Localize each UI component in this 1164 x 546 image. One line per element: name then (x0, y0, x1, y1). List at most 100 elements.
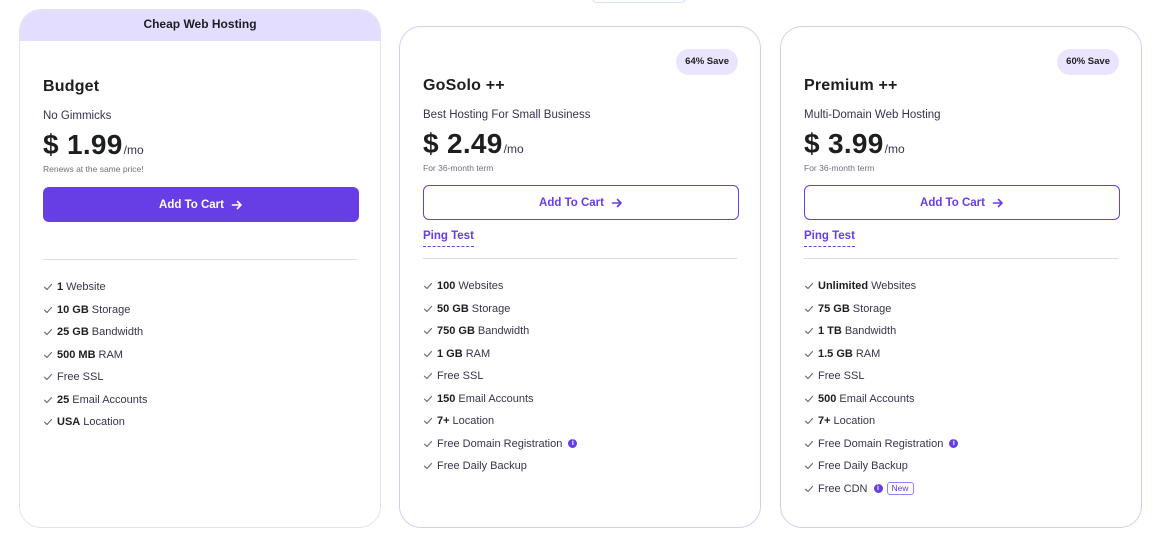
feature-value: 1 TB (818, 325, 842, 338)
plan-banner: Cheap Web Hosting (20, 10, 380, 41)
divider (423, 258, 737, 259)
feature-item: USA Location (43, 411, 357, 434)
feature-value: 7+ (818, 415, 831, 428)
save-badge: 60% Save (1057, 49, 1119, 75)
feature-value: 1 GB (437, 347, 463, 360)
plan-card-budget: Cheap Web Hosting Budget No Gimmicks $ 1… (19, 9, 381, 528)
add-to-cart-label: Add To Cart (539, 196, 604, 209)
price-note: Renews at the same price! (43, 164, 144, 174)
feature-text: Email Accounts (458, 392, 534, 405)
check-icon (804, 283, 814, 290)
ping-test-link[interactable]: Ping Test (804, 230, 855, 247)
feature-text: Free Daily Backup (437, 460, 527, 473)
plan-subtitle: No Gimmicks (43, 110, 112, 122)
feature-text: Free SSL (57, 371, 104, 384)
feature-item: Free Daily Backup (804, 455, 1118, 478)
feature-item: 500 MB RAM (43, 344, 357, 367)
price-period: /mo (503, 142, 524, 156)
feature-item: 1 TB Bandwidth (804, 320, 1118, 343)
check-icon (43, 374, 53, 381)
feature-text: Storage (91, 303, 131, 316)
check-icon (804, 485, 814, 492)
feature-item: 10 GB Storage (43, 299, 357, 322)
feature-value: 50 GB (437, 302, 469, 315)
feature-item: 7+ Location (804, 410, 1118, 433)
feature-item: Free CDN i New (804, 478, 1118, 501)
arrow-right-icon (231, 200, 242, 209)
feature-text: Free SSL (818, 370, 865, 383)
check-icon (804, 463, 814, 470)
check-icon (423, 463, 433, 470)
info-icon[interactable]: i (949, 439, 959, 449)
add-to-cart-button[interactable]: Add To Cart (43, 187, 359, 222)
check-icon (804, 418, 814, 425)
check-icon (423, 305, 433, 312)
check-icon (43, 284, 53, 291)
feature-text: Free Domain Registration (437, 437, 563, 450)
ping-test-link[interactable]: Ping Test (423, 230, 474, 247)
check-icon (804, 305, 814, 312)
info-icon[interactable]: i (873, 484, 883, 494)
feature-item: Free Domain Registration i (804, 433, 1118, 456)
add-to-cart-button[interactable]: Add To Cart (804, 185, 1120, 220)
feature-value: 10 GB (57, 303, 89, 316)
feature-text: RAM (465, 347, 491, 360)
new-badge: New (886, 482, 914, 496)
price-row: $ 1.99 /mo (43, 128, 357, 162)
check-icon (423, 373, 433, 380)
check-icon (804, 440, 814, 447)
price-period: /mo (123, 143, 144, 157)
feature-item: 750 GB Bandwidth (423, 320, 737, 343)
feature-list: 100 Websites 50 GB Storage 750 GB Bandwidth 1 … (423, 275, 737, 478)
feature-item: Free SSL (423, 365, 737, 388)
feature-text: Storage (471, 302, 511, 315)
feature-text: Location (833, 415, 876, 428)
feature-item: 1 Website (43, 276, 357, 299)
arrow-right-icon (611, 198, 622, 207)
price-period: /mo (884, 142, 905, 156)
info-icon[interactable]: i (568, 439, 578, 449)
feature-item: 50 GB Storage (423, 298, 737, 321)
check-icon (423, 418, 433, 425)
check-icon (804, 395, 814, 402)
check-icon (423, 440, 433, 447)
plan-card-premium: 60% Save Premium ++ Multi-Domain Web Hos… (780, 26, 1142, 528)
price-row: $ 2.49 /mo (423, 127, 737, 161)
divider (43, 259, 357, 260)
price-row: $ 3.99 /mo (804, 127, 1118, 161)
feature-value: 500 MB (57, 348, 96, 361)
feature-value: USA (57, 416, 81, 429)
check-icon (423, 395, 433, 402)
plan-subtitle: Best Hosting For Small Business (423, 109, 591, 121)
feature-value: 1.5 GB (818, 347, 853, 360)
feature-value: 75 GB (818, 302, 850, 315)
feature-text: Bandwidth (844, 325, 897, 338)
check-icon (423, 283, 433, 290)
feature-text: Location (452, 415, 495, 428)
check-icon (43, 306, 53, 313)
feature-value: 150 (437, 392, 456, 405)
feature-item: 25 Email Accounts (43, 389, 357, 412)
feature-text: Websites (458, 280, 504, 293)
save-badge: 64% Save (676, 49, 738, 75)
feature-item: 150 Email Accounts (423, 388, 737, 411)
check-icon (423, 328, 433, 335)
plan-name: GoSolo ++ (423, 77, 505, 94)
feature-text: Free Domain Registration (818, 437, 944, 450)
feature-item: 100 Websites (423, 275, 737, 298)
plan-name: Budget (43, 78, 100, 95)
feature-value: 750 GB (437, 325, 475, 338)
plan-name: Premium ++ (804, 77, 898, 94)
feature-value: 7+ (437, 415, 450, 428)
feature-value: 25 (57, 393, 70, 406)
price-note: For 36-month term (804, 163, 875, 173)
feature-text: Free SSL (437, 370, 484, 383)
feature-list: Unlimited Websites 75 GB Storage 1 TB Bandwid… (804, 275, 1118, 500)
feature-value: 100 (437, 280, 456, 293)
top-tab-edge (592, 0, 686, 3)
feature-text: Storage (852, 302, 892, 315)
add-to-cart-button[interactable]: Add To Cart (423, 185, 739, 220)
feature-text: Bandwidth (91, 326, 144, 339)
feature-item: Free SSL (43, 366, 357, 389)
feature-list: 1 Website 10 GB Storage 25 GB Bandwidth 500 MB… (43, 276, 357, 434)
